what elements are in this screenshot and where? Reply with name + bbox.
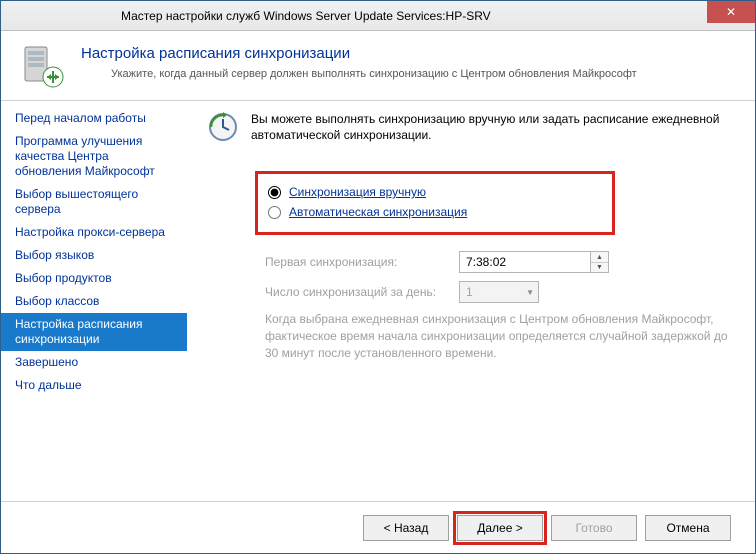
wizard-header: Настройка расписания синхронизации Укажи… [1,31,755,101]
nav-item-8[interactable]: Завершено [1,351,187,374]
cancel-button[interactable]: Отмена [645,515,731,541]
nav-item-5[interactable]: Выбор продуктов [1,267,187,290]
clock-sync-icon [207,111,239,143]
nav-item-2[interactable]: Выбор вышестоящего сервера [1,183,187,221]
nav-item-7[interactable]: Настройка расписания синхронизации [1,313,187,351]
radio-manual-sync[interactable] [268,186,281,199]
first-sync-time-input[interactable]: ▲ ▼ [459,251,609,273]
wizard-body: Перед началом работыПрограмма улучшения … [1,101,755,501]
schedule-note: Когда выбрана ежедневная синхронизация с… [265,311,735,361]
first-sync-label: Первая синхронизация: [265,255,445,269]
nav-item-4[interactable]: Выбор языков [1,244,187,267]
first-sync-time-field[interactable] [460,252,590,272]
radio-auto-sync[interactable] [268,206,281,219]
chevron-down-icon: ▼ [526,288,534,297]
nav-item-6[interactable]: Выбор классов [1,290,187,313]
nav-item-3[interactable]: Настройка прокси-сервера [1,221,187,244]
spinner-up-icon[interactable]: ▲ [591,252,608,263]
per-day-combo[interactable]: 1 ▼ [459,281,539,303]
wizard-window: Мастер настройки служб Windows Server Up… [0,0,756,554]
titlebar[interactable]: Мастер настройки служб Windows Server Up… [1,1,755,31]
page-subtitle: Укажите, когда данный сервер должен выпо… [81,68,735,80]
wizard-content: Вы можете выполнять синхронизацию вручну… [187,101,755,501]
wizard-footer: < Назад Далее > Готово Отмена [1,501,755,553]
window-title: Мастер настройки служб Windows Server Up… [121,9,491,23]
next-button[interactable]: Далее > [457,515,543,541]
per-day-value: 1 [466,285,473,299]
nav-item-9[interactable]: Что дальше [1,374,187,397]
nav-item-1[interactable]: Программа улучшения качества Центра обно… [1,130,187,183]
wizard-nav: Перед началом работыПрограмма улучшения … [1,101,187,501]
time-spinner[interactable]: ▲ ▼ [590,252,608,272]
spinner-down-icon[interactable]: ▼ [591,263,608,273]
sync-mode-group: Синхронизация вручную Автоматическая син… [255,171,615,235]
per-day-label: Число синхронизаций за день: [265,285,445,299]
radio-auto-label[interactable]: Автоматическая синхронизация [289,205,467,219]
page-title: Настройка расписания синхронизации [81,45,735,62]
close-icon: ✕ [726,5,736,19]
close-button[interactable]: ✕ [707,1,755,23]
schedule-options: Первая синхронизация: ▲ ▼ Число синхрони… [265,251,735,361]
back-button[interactable]: < Назад [363,515,449,541]
server-sync-icon [19,43,67,91]
nav-item-0[interactable]: Перед началом работы [1,107,187,130]
radio-manual-label[interactable]: Синхронизация вручную [289,185,426,199]
intro-text: Вы можете выполнять синхронизацию вручну… [251,111,735,143]
finish-button[interactable]: Готово [551,515,637,541]
